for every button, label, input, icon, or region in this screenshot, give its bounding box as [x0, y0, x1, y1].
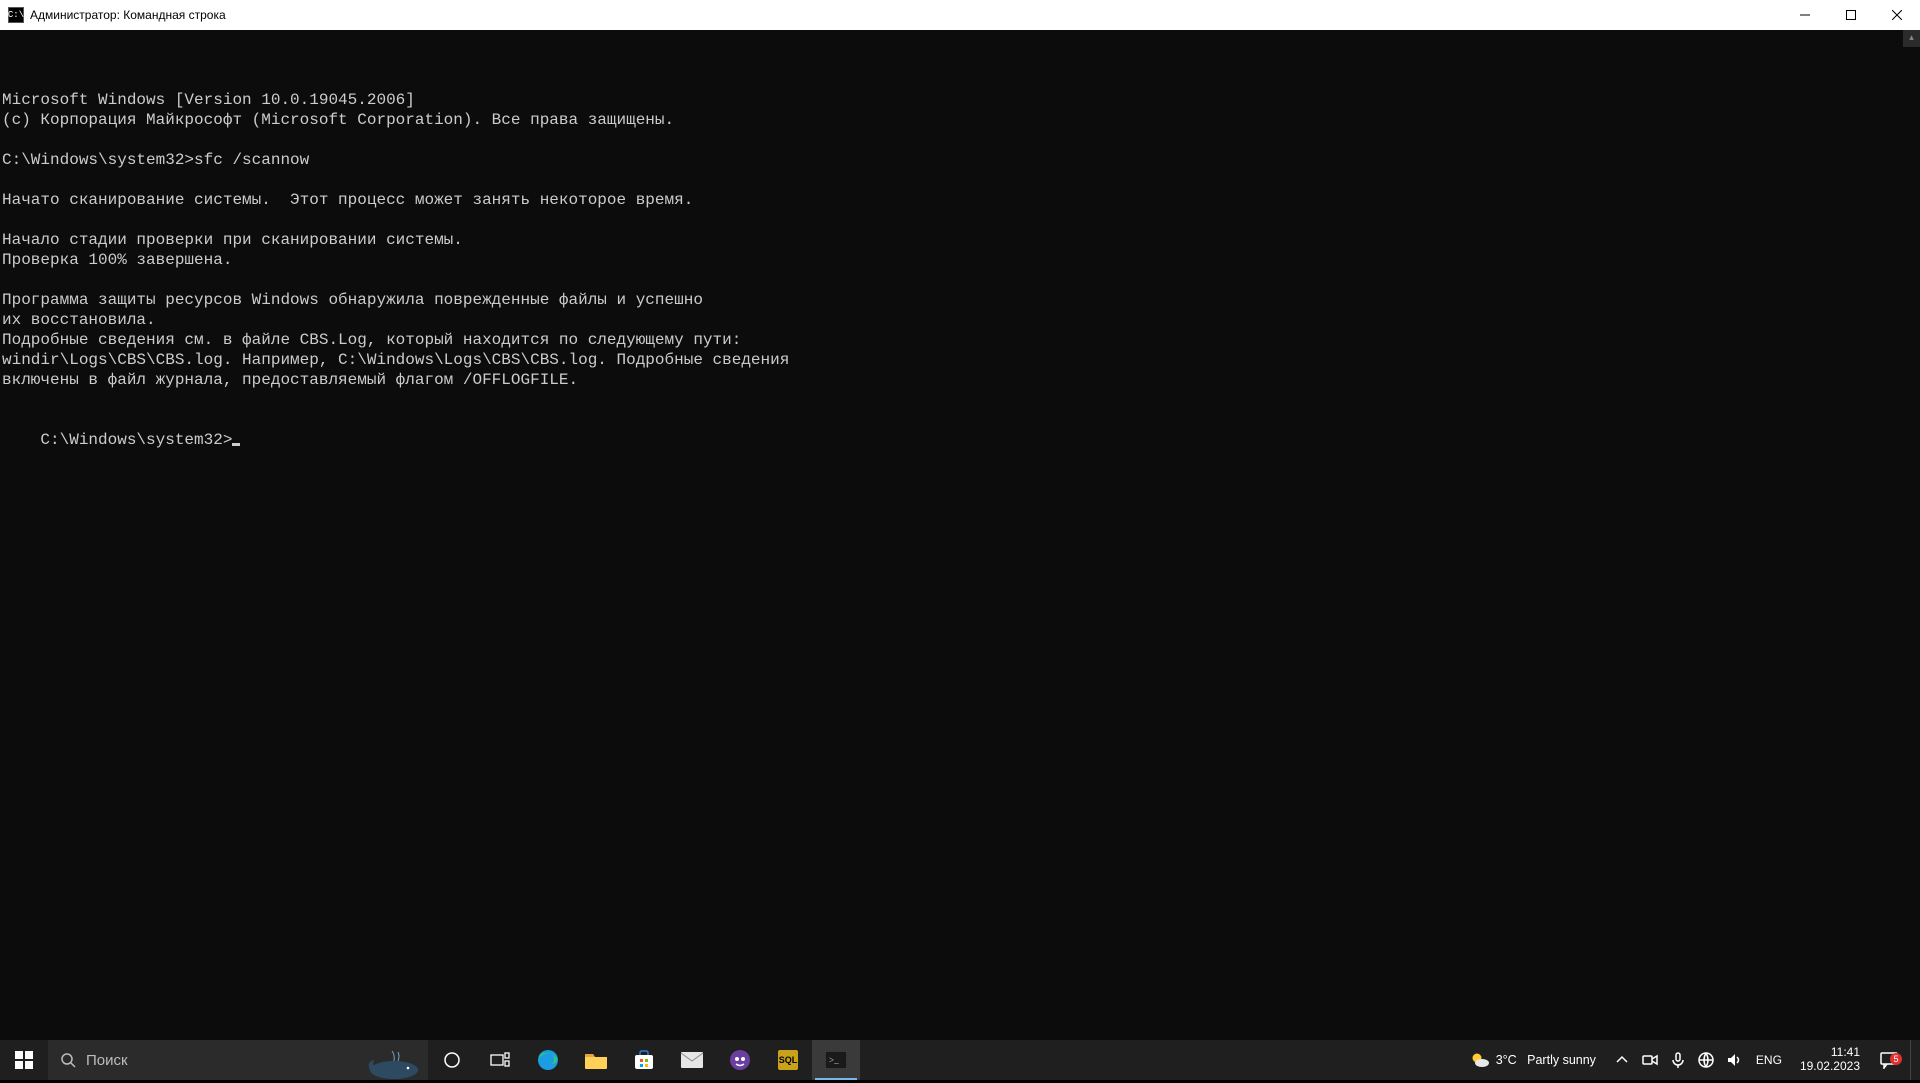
taskbar-app-store[interactable] — [620, 1040, 668, 1080]
search-placeholder: Поиск — [86, 1052, 128, 1069]
terminal-line: (c) Корпорация Майкрософт (Microsoft Cor… — [2, 110, 1918, 130]
terminal-line — [2, 170, 1918, 190]
tray-clock[interactable]: 11:41 19.02.2023 — [1792, 1046, 1868, 1074]
notification-badge: 5 — [1890, 1053, 1902, 1065]
tray-microphone-icon[interactable] — [1666, 1040, 1690, 1080]
taskbar-app-cmd[interactable]: >_ — [812, 1040, 860, 1080]
clock-time: 11:41 — [1831, 1046, 1860, 1060]
search-illustration-icon — [364, 1044, 424, 1080]
terminal-line: Microsoft Windows [Version 10.0.19045.20… — [2, 90, 1918, 110]
terminal-icon: >_ — [824, 1048, 848, 1072]
scrollbar-up-icon[interactable]: ▴ — [1903, 30, 1920, 47]
tray-network-icon[interactable] — [1694, 1040, 1718, 1080]
terminal-output[interactable]: ▴ Microsoft Windows [Version 10.0.19045.… — [0, 30, 1920, 1050]
svg-text:>_: >_ — [829, 1055, 839, 1065]
terminal-line — [2, 390, 1918, 410]
cmd-icon: C:\ — [8, 7, 24, 23]
taskbar-app-explorer[interactable] — [572, 1040, 620, 1080]
titlebar[interactable]: C:\ Администратор: Командная строка — [0, 0, 1920, 30]
clock-date: 19.02.2023 — [1800, 1060, 1860, 1074]
weather-widget[interactable]: 3°C Partly sunny — [1460, 1040, 1606, 1080]
close-button[interactable] — [1874, 0, 1920, 30]
weather-temp: 3°C — [1496, 1053, 1517, 1067]
terminal-line: C:\Windows\system32>sfc /scannow — [2, 150, 1918, 170]
terminal-line: Подробные сведения см. в файле CBS.Log, … — [2, 330, 1918, 350]
tray-language[interactable]: ENG — [1750, 1053, 1788, 1067]
terminal-line — [2, 130, 1918, 150]
terminal-line — [2, 270, 1918, 290]
terminal-line — [2, 210, 1918, 230]
taskbar-search[interactable]: Поиск — [48, 1040, 428, 1080]
taskbar-app-copilot[interactable] — [716, 1040, 764, 1080]
sql-icon: SQL — [776, 1048, 800, 1072]
weather-icon — [1470, 1050, 1490, 1070]
tray-meet-now-icon[interactable] — [1638, 1040, 1662, 1080]
svg-text:SQL: SQL — [779, 1055, 798, 1065]
mail-icon — [680, 1048, 704, 1072]
task-view-icon — [488, 1048, 512, 1072]
taskbar-app-mail[interactable] — [668, 1040, 716, 1080]
terminal-line: их восстановила. — [2, 310, 1918, 330]
tray-volume-icon[interactable] — [1722, 1040, 1746, 1080]
circle-icon — [440, 1048, 464, 1072]
terminal-line: windir\Logs\CBS\CBS.log. Например, C:\Wi… — [2, 350, 1918, 370]
cortana-button[interactable] — [428, 1040, 476, 1080]
weather-desc: Partly sunny — [1527, 1053, 1596, 1067]
system-tray: 3°C Partly sunny ENG 11:41 19.02.2023 — [1460, 1040, 1920, 1080]
store-icon — [632, 1048, 656, 1072]
tray-overflow-button[interactable] — [1610, 1040, 1634, 1080]
window-title: Администратор: Командная строка — [30, 8, 226, 22]
taskbar-app-sql[interactable]: SQL — [764, 1040, 812, 1080]
folder-icon — [584, 1048, 608, 1072]
terminal-line: Проверка 100% завершена. — [2, 250, 1918, 270]
task-view-button[interactable] — [476, 1040, 524, 1080]
prompt: C:\Windows\system32> — [40, 431, 232, 449]
cursor — [232, 443, 240, 446]
action-center-button[interactable]: 5 — [1872, 1051, 1906, 1069]
minimize-button[interactable] — [1782, 0, 1828, 30]
terminal-line: включены в файл журнала, предоставляемый… — [2, 370, 1918, 390]
taskbar-app-edge[interactable] — [524, 1040, 572, 1080]
show-desktop-button[interactable] — [1910, 1040, 1916, 1080]
taskbar: Поиск — [0, 1040, 1920, 1080]
maximize-button[interactable] — [1828, 0, 1874, 30]
terminal-line: Начало стадии проверки при сканировании … — [2, 230, 1918, 250]
edge-icon — [536, 1048, 560, 1072]
terminal-line: Программа защиты ресурсов Windows обнару… — [2, 290, 1918, 310]
start-button[interactable] — [0, 1040, 48, 1080]
copilot-icon — [728, 1048, 752, 1072]
search-icon — [60, 1052, 76, 1068]
cmd-window: C:\ Администратор: Командная строка ▴ Mi… — [0, 0, 1920, 1050]
terminal-line: Начато сканирование системы. Этот процес… — [2, 190, 1918, 210]
